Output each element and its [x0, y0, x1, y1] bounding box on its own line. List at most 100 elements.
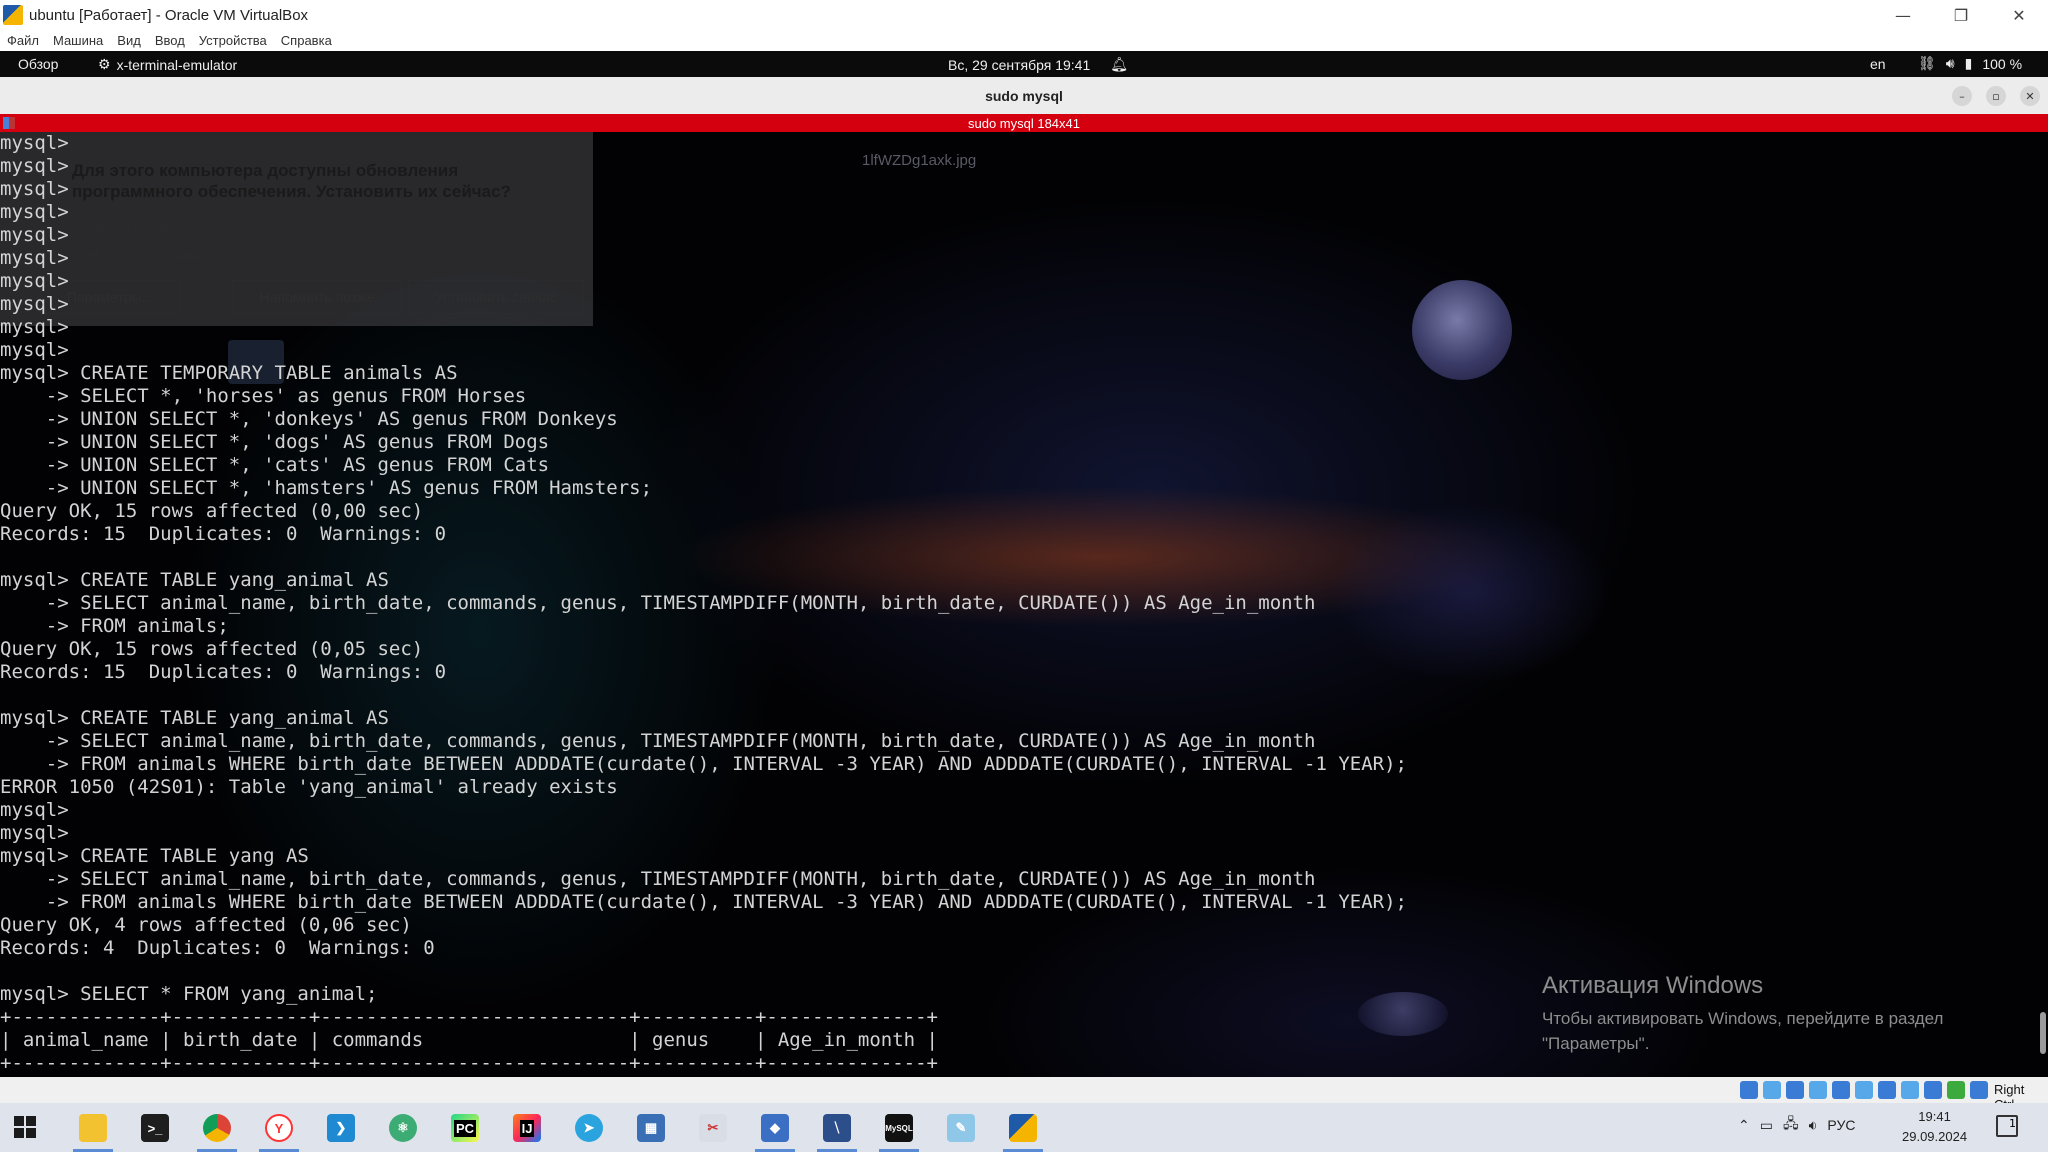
taskbar-file-explorer[interactable]: [70, 1107, 116, 1152]
taskbar-terminal[interactable]: >_: [132, 1107, 178, 1149]
taskbar-virtualbox[interactable]: [1000, 1107, 1046, 1152]
recording-icon[interactable]: [1901, 1081, 1919, 1099]
maximize-button[interactable]: ❐: [1932, 0, 1990, 30]
taskbar-mysql[interactable]: MySQL: [876, 1107, 922, 1152]
vt-x-icon[interactable]: [1924, 1081, 1942, 1099]
taskbar-date: 29.09.2024: [1902, 1129, 1968, 1144]
terminal-line: Records: 15 Duplicates: 0 Warnings: 0: [0, 661, 447, 683]
terminal-line: -> UNION SELECT *, 'cats' AS genus FROM …: [0, 454, 550, 476]
menu-view[interactable]: Вид: [117, 33, 141, 48]
bell-icon: 🔔︎: [1110, 56, 1129, 72]
terminal-output[interactable]: mysql> mysql> mysql> mysql> mysql> mysql> mysq…: [0, 132, 1407, 1075]
terminal-line: Records: 4 Duplicates: 0 Warnings: 0: [0, 937, 435, 959]
hard-disk-icon[interactable]: [1740, 1081, 1758, 1099]
folder-icon: [79, 1114, 107, 1142]
battery-tray-icon[interactable]: ▭: [1760, 1117, 1773, 1134]
clock-menu[interactable]: Вс, 29 сентября 19:41 🔔︎: [948, 56, 1128, 73]
network-adapter-icon[interactable]: [1809, 1081, 1827, 1099]
terminal-line: -> FROM animals WHERE birth_date BETWEEN…: [0, 753, 1407, 775]
activities-button[interactable]: Обзор: [18, 56, 58, 72]
terminal-line: -> UNION SELECT *, 'hamsters' AS genus F…: [0, 477, 653, 499]
minimize-button[interactable]: —: [1874, 0, 1932, 30]
terminal-scrollbar[interactable]: [2040, 1012, 2046, 1054]
menu-machine[interactable]: Машина: [53, 33, 103, 48]
terminal-line: mysql> CREATE TABLE yang AS: [0, 845, 309, 867]
vbox-window-title: ubuntu [Работает] - Oracle VM VirtualBox: [29, 6, 309, 24]
virtualbox-icon: [1009, 1114, 1037, 1142]
mouse-integration-icon[interactable]: [1947, 1081, 1965, 1099]
terminal-line: mysql>: [0, 201, 69, 223]
mysql-icon: MySQL: [885, 1114, 913, 1142]
terminal-line: -> SELECT *, 'horses' as genus FROM Hors…: [0, 385, 527, 407]
vscode-icon: ❯: [327, 1114, 355, 1142]
terminal-maximize-button[interactable]: ▫: [1986, 86, 2006, 106]
terminal-line: +-------------+------------+------------…: [0, 1052, 938, 1074]
battery-icon: ▮: [1964, 55, 1973, 71]
taskbar-telegram[interactable]: ➤: [566, 1107, 612, 1149]
terminal-line: -> UNION SELECT *, 'dogs' AS genus FROM …: [0, 431, 550, 453]
taskbar-powershell[interactable]: ⧹: [814, 1107, 860, 1152]
window-controls: — ❐ ✕: [1874, 0, 2048, 30]
taskbar-atom[interactable]: ⚛: [380, 1107, 426, 1149]
menu-input[interactable]: Ввод: [155, 33, 185, 48]
calculator-icon: ▦: [637, 1114, 665, 1142]
terminal-window-title: sudo mysql: [985, 87, 1063, 104]
terminal-line: -> SELECT animal_name, birth_date, comma…: [0, 730, 1316, 752]
terminal-line: mysql> SELECT * FROM yang_animal;: [0, 983, 378, 1005]
shared-folders-icon[interactable]: [1855, 1081, 1873, 1099]
terminal-line: mysql>: [0, 270, 69, 292]
atom-icon: ⚛: [389, 1114, 417, 1142]
chevron-up-icon[interactable]: ⌃: [1738, 1117, 1750, 1134]
gnome-top-bar: Обзор ⚙ x-terminal-emulator Вс, 29 сентя…: [0, 51, 2048, 77]
windows-activation-watermark: Активация Windows Чтобы активировать Win…: [1542, 972, 1982, 1056]
vbox-menubar: Файл Машина Вид Ввод Устройства Справка: [0, 30, 2048, 51]
close-button[interactable]: ✕: [1990, 0, 2048, 30]
terminal-line: ERROR 1050 (42S01): Table 'yang_animal' …: [0, 776, 618, 798]
optical-drive-icon[interactable]: [1763, 1081, 1781, 1099]
terminal-line: mysql>: [0, 224, 69, 246]
taskbar-vscode[interactable]: ❯: [318, 1107, 364, 1149]
terminal-line: +-------------+------------+------------…: [0, 1006, 938, 1028]
taskbar-chrome[interactable]: [194, 1107, 240, 1152]
scissors-icon: ✂: [699, 1114, 727, 1142]
terminal-line: mysql>: [0, 799, 69, 821]
input-language[interactable]: РУС: [1827, 1117, 1855, 1133]
menu-file[interactable]: Файл: [7, 33, 39, 48]
taskbar-notepad[interactable]: ✎: [938, 1107, 984, 1149]
taskbar-clock[interactable]: 19:41 29.09.2024: [1902, 1107, 1967, 1147]
terminal-minimize-button[interactable]: –: [1952, 86, 1972, 106]
terminal-app-icon: ⚙: [98, 56, 111, 72]
audio-icon[interactable]: [1786, 1081, 1804, 1099]
taskbar-calculator[interactable]: ▦: [628, 1107, 674, 1149]
taskbar-pycharm[interactable]: PC: [442, 1107, 488, 1149]
notification-center-icon[interactable]: 1: [1996, 1115, 2018, 1137]
network-icon: ⛓: [1918, 55, 1936, 71]
terminal-headerbar: sudo mysql – ▫ ✕: [0, 77, 2048, 114]
terminal-close-button[interactable]: ✕: [2020, 86, 2040, 106]
terminal-line: mysql>: [0, 293, 69, 315]
terminal-tab-icon: [3, 117, 15, 129]
windows-start-icon[interactable]: [14, 1116, 36, 1138]
notepad-icon: ✎: [947, 1114, 975, 1142]
taskbar-3d-app[interactable]: ◆: [752, 1107, 798, 1152]
network-tray-icon[interactable]: 🖧︎: [1783, 1113, 1799, 1137]
menu-help[interactable]: Справка: [281, 33, 332, 48]
app-menu[interactable]: ⚙ x-terminal-emulator: [98, 56, 237, 73]
taskbar-yandex[interactable]: Y: [256, 1107, 302, 1152]
terminal-tab-title[interactable]: sudo mysql 184x41: [968, 116, 1080, 131]
menu-devices[interactable]: Устройства: [199, 33, 267, 48]
keyboard-layout-indicator[interactable]: en: [1870, 56, 1886, 72]
keyboard-capture-icon[interactable]: [1970, 1081, 1988, 1099]
taskbar-intellij[interactable]: IJ: [504, 1107, 550, 1149]
system-status-menu[interactable]: ⛓ 🔊︎ ▮ 100 %: [1918, 55, 2022, 72]
display-icon[interactable]: [1878, 1081, 1896, 1099]
terminal-line: | animal_name | birth_date | commands | …: [0, 1029, 938, 1051]
cube-icon: ◆: [761, 1114, 789, 1142]
terminal-body[interactable]: 1lfWZDg1axk.jpg Для этого компьютера дос…: [0, 132, 2048, 1077]
speaker-icon[interactable]: 🔉︎: [1809, 1117, 1818, 1134]
windows-taskbar: >_ Y ❯ ⚛ PC IJ ➤ ▦ ✂ ◆ ⧹ MySQL ✎ ⌃ ▭ 🖧︎ …: [0, 1103, 2048, 1152]
taskbar-snipping-tool[interactable]: ✂: [690, 1107, 736, 1149]
usb-icon[interactable]: [1832, 1081, 1850, 1099]
